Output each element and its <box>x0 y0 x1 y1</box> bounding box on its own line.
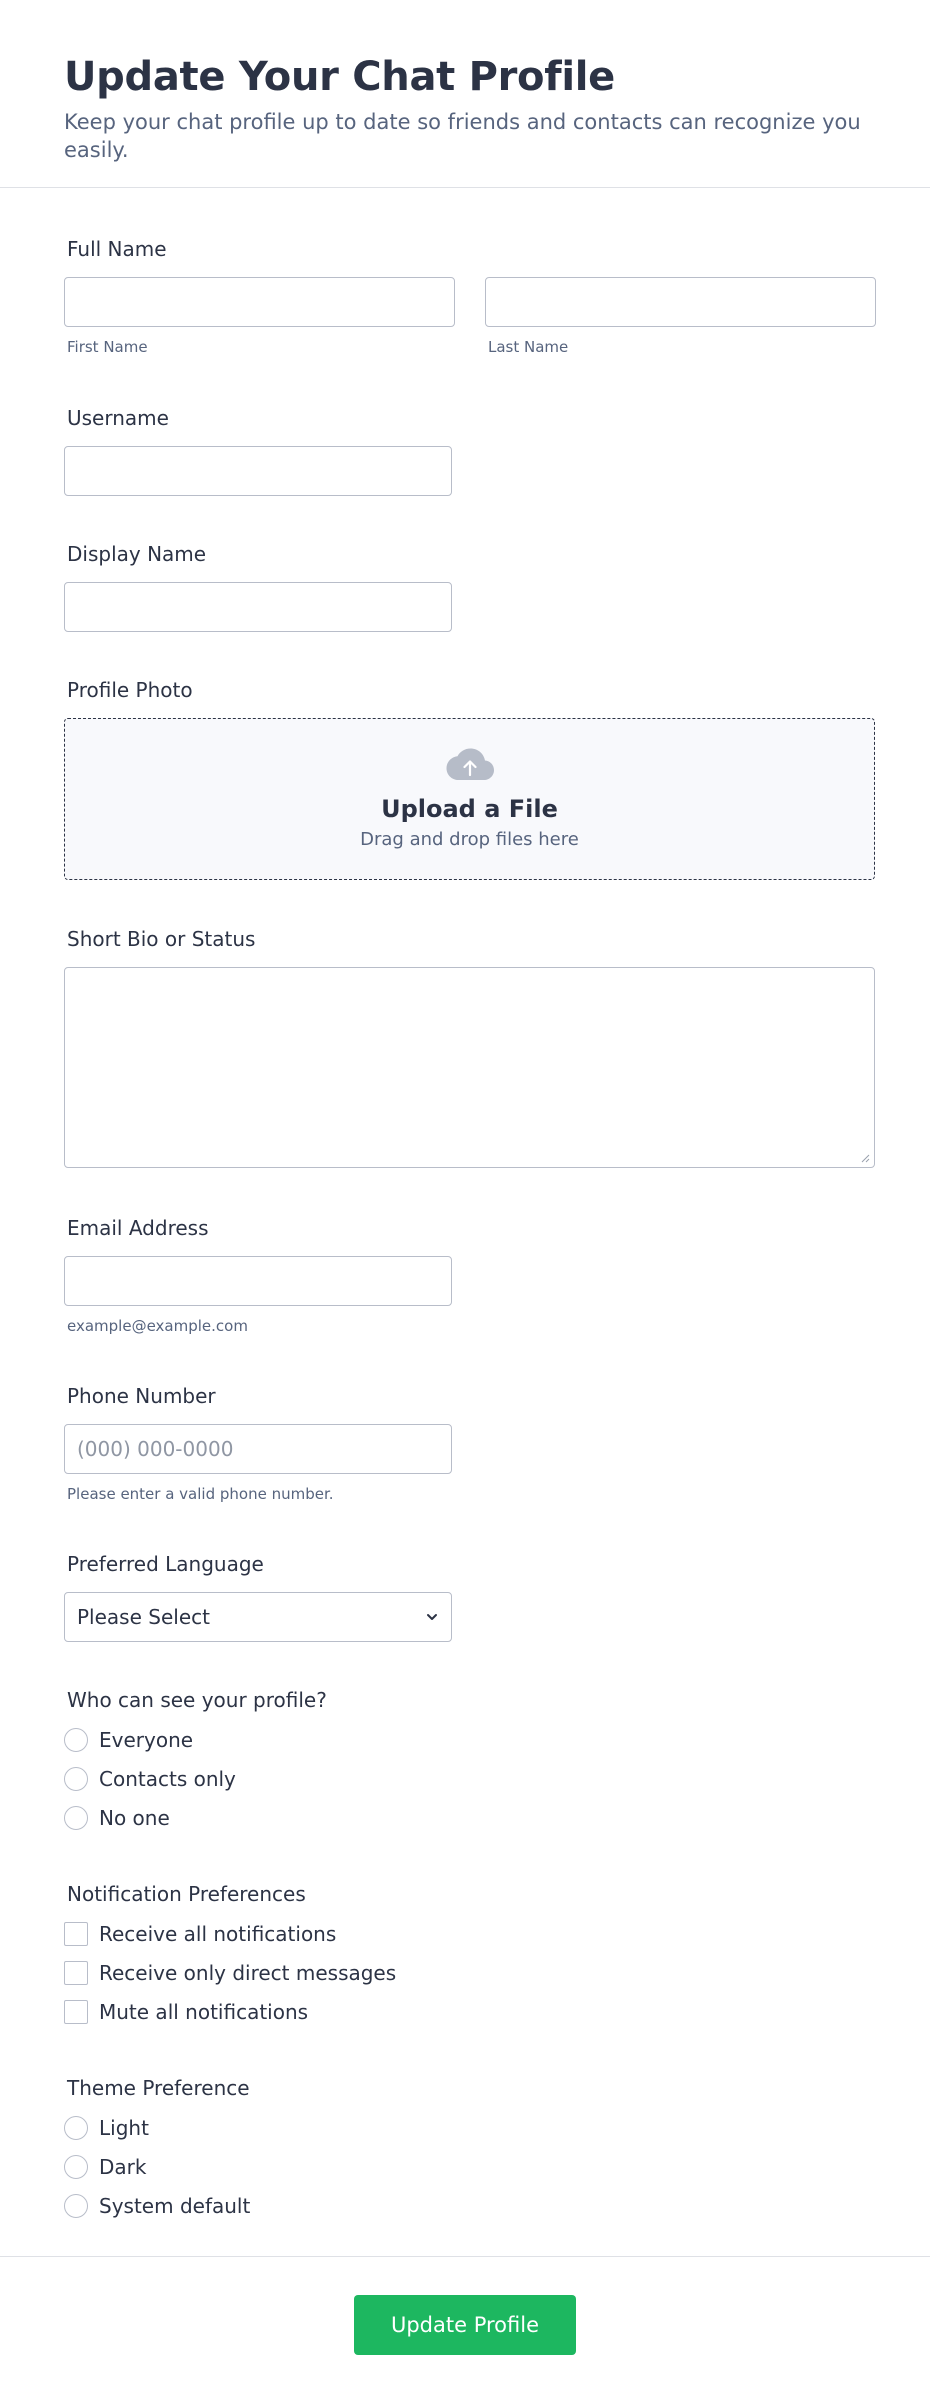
checkbox[interactable] <box>64 1961 88 1985</box>
last-name-input[interactable] <box>485 277 876 327</box>
phone-input[interactable] <box>64 1424 452 1474</box>
checkbox[interactable] <box>64 2000 88 2024</box>
profile-photo-label: Profile Photo <box>67 678 193 702</box>
language-field: Preferred Language Please Select <box>64 1551 452 1642</box>
visibility-option-everyone[interactable]: Everyone <box>64 1727 327 1753</box>
update-profile-button[interactable]: Update Profile <box>354 2295 576 2355</box>
option-label: Mute all notifications <box>99 2000 309 2024</box>
checkbox[interactable] <box>64 1922 88 1946</box>
phone-label: Phone Number <box>67 1384 216 1408</box>
theme-field: Theme Preference Light Dark System defau… <box>64 2075 250 2219</box>
option-label: No one <box>99 1806 170 1830</box>
radio-button[interactable] <box>64 1728 88 1752</box>
first-name-input[interactable] <box>64 277 455 327</box>
visibility-label: Who can see your profile? <box>67 1688 327 1712</box>
form-footer: Update Profile <box>0 2256 930 2404</box>
option-label: Contacts only <box>99 1767 236 1791</box>
notifications-label: Notification Preferences <box>67 1882 306 1906</box>
option-label: Receive only direct messages <box>99 1961 397 1985</box>
username-input[interactable] <box>64 446 452 496</box>
email-label: Email Address <box>67 1216 209 1240</box>
last-name-sublabel: Last Name <box>488 338 569 356</box>
radio-button[interactable] <box>64 2116 88 2140</box>
resize-handle-icon[interactable] <box>860 1153 870 1163</box>
page-subtitle: Keep your chat profile up to date so fri… <box>64 110 861 162</box>
file-upload-dropzone[interactable]: Upload a File Drag and drop files here <box>64 718 875 880</box>
notifications-option-direct[interactable]: Receive only direct messages <box>64 1960 396 1986</box>
upload-hint: Drag and drop files here <box>360 829 579 850</box>
notifications-option-all[interactable]: Receive all notifications <box>64 1921 396 1947</box>
radio-button[interactable] <box>64 2194 88 2218</box>
option-label: Everyone <box>99 1728 194 1752</box>
visibility-option-none[interactable]: No one <box>64 1805 327 1831</box>
email-field: Email Address example@example.com <box>64 1215 452 1336</box>
cloud-upload-icon <box>446 748 494 780</box>
phone-sublabel: Please enter a valid phone number. <box>67 1485 334 1503</box>
full-name-field: Full Name First Name Last Name <box>64 236 876 357</box>
display-name-input[interactable] <box>64 582 452 632</box>
radio-button[interactable] <box>64 1806 88 1830</box>
option-label: Light <box>99 2116 149 2140</box>
upload-title: Upload a File <box>381 795 558 823</box>
display-name-field: Display Name <box>64 541 452 632</box>
bio-textarea[interactable] <box>64 967 875 1168</box>
theme-label: Theme Preference <box>67 2076 250 2100</box>
display-name-label: Display Name <box>67 542 207 566</box>
chevron-down-icon <box>427 1614 437 1620</box>
radio-button[interactable] <box>64 1767 88 1791</box>
theme-option-system[interactable]: System default <box>64 2193 250 2219</box>
option-label: System default <box>99 2194 251 2218</box>
form-page: Update Your Chat Profile Keep your chat … <box>0 0 930 2404</box>
phone-field: Phone Number Please enter a valid phone … <box>64 1383 452 1504</box>
email-sublabel: example@example.com <box>67 1317 248 1335</box>
page-title: Update Your Chat Profile <box>64 54 615 100</box>
profile-photo-field: Profile Photo Upload a File Drag and dro… <box>64 677 875 880</box>
bio-label: Short Bio or Status <box>67 927 256 951</box>
theme-option-light[interactable]: Light <box>64 2115 250 2141</box>
language-select-value: Please Select <box>77 1605 210 1629</box>
username-field: Username <box>64 405 452 496</box>
option-label: Dark <box>99 2155 147 2179</box>
visibility-field: Who can see your profile? Everyone Conta… <box>64 1687 327 1831</box>
visibility-option-contacts[interactable]: Contacts only <box>64 1766 327 1792</box>
option-label: Receive all notifications <box>99 1922 337 1946</box>
email-input[interactable] <box>64 1256 452 1306</box>
language-label: Preferred Language <box>67 1552 264 1576</box>
first-name-sublabel: First Name <box>67 338 148 356</box>
notifications-field: Notification Preferences Receive all not… <box>64 1881 396 2025</box>
theme-option-dark[interactable]: Dark <box>64 2154 250 2180</box>
radio-button[interactable] <box>64 2155 88 2179</box>
form-header: Update Your Chat Profile Keep your chat … <box>0 0 930 188</box>
bio-field: Short Bio or Status <box>64 926 875 1168</box>
username-label: Username <box>67 406 169 430</box>
full-name-label: Full Name <box>67 237 167 261</box>
language-select[interactable]: Please Select <box>64 1592 452 1642</box>
notifications-option-mute[interactable]: Mute all notifications <box>64 1999 396 2025</box>
